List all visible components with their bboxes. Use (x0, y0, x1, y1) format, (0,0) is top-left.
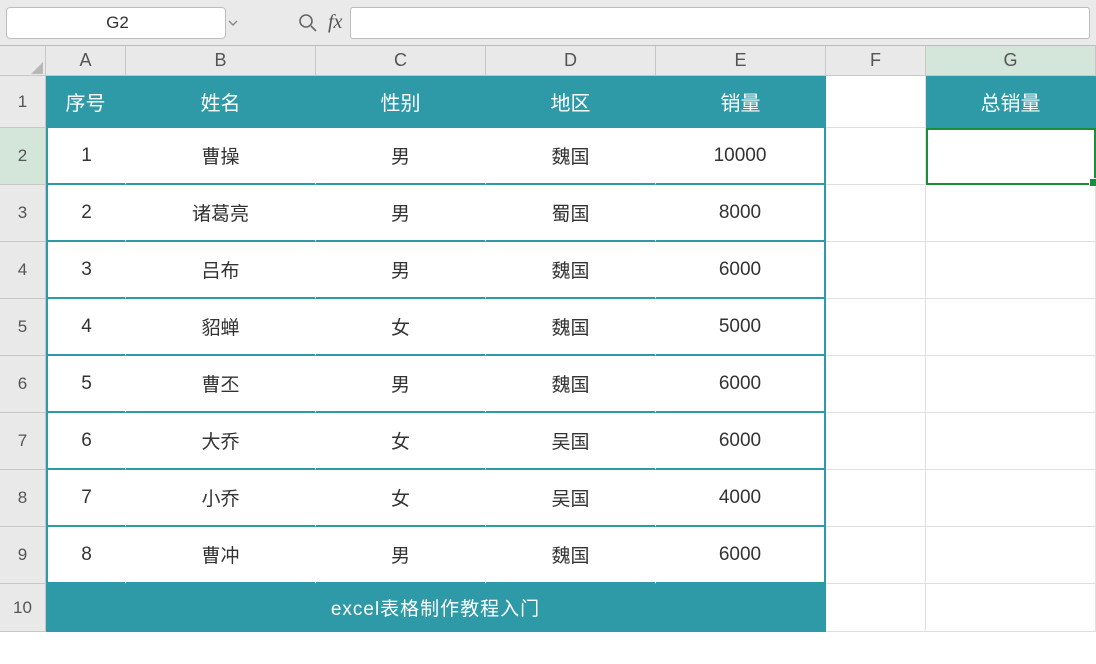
cell-F4[interactable] (826, 242, 926, 299)
table-header[interactable]: 销量 (656, 76, 826, 128)
table-footer[interactable]: excel表格制作教程入门 (46, 584, 826, 632)
table-cell[interactable]: 3 (46, 242, 126, 299)
table-cell[interactable]: 男 (316, 356, 486, 413)
table-header[interactable]: 性别 (316, 76, 486, 128)
chevron-down-icon[interactable] (228, 16, 238, 30)
table-cell[interactable]: 貂蝉 (126, 299, 316, 356)
table-cell[interactable]: 5000 (656, 299, 826, 356)
table-cell[interactable]: 魏国 (486, 527, 656, 584)
cell-G8[interactable] (926, 470, 1096, 527)
row-header-9[interactable]: 9 (0, 527, 45, 584)
table-cell[interactable]: 1 (46, 128, 126, 185)
cell-F1[interactable] (826, 76, 926, 128)
table-cell[interactable]: 6000 (656, 242, 826, 299)
table-cell[interactable]: 男 (316, 242, 486, 299)
table-cell[interactable]: 诸葛亮 (126, 185, 316, 242)
column-header-E[interactable]: E (656, 46, 826, 75)
column-headers: ABCDEFG (46, 46, 1096, 76)
table-cell[interactable]: 7 (46, 470, 126, 527)
row-header-8[interactable]: 8 (0, 470, 45, 527)
fx-group: fx (294, 9, 342, 37)
table-cell[interactable]: 女 (316, 413, 486, 470)
table-cell[interactable]: 8000 (656, 185, 826, 242)
row-header-6[interactable]: 6 (0, 356, 45, 413)
table-cell[interactable]: 蜀国 (486, 185, 656, 242)
table-cell[interactable]: 10000 (656, 128, 826, 185)
table-cell[interactable]: 大乔 (126, 413, 316, 470)
row-header-10[interactable]: 10 (0, 584, 45, 632)
name-box[interactable] (6, 7, 226, 39)
table-cell[interactable]: 魏国 (486, 299, 656, 356)
table-cell[interactable]: 曹冲 (126, 527, 316, 584)
column-header-F[interactable]: F (826, 46, 926, 75)
column-header-A[interactable]: A (46, 46, 126, 75)
table-cell[interactable]: 5 (46, 356, 126, 413)
table-cell[interactable]: 2 (46, 185, 126, 242)
table-cell[interactable]: 8 (46, 527, 126, 584)
cell-G6[interactable] (926, 356, 1096, 413)
cell-F10[interactable] (826, 584, 926, 632)
table-cell[interactable]: 魏国 (486, 242, 656, 299)
table-cell[interactable]: 吴国 (486, 470, 656, 527)
cell-F2[interactable] (826, 128, 926, 185)
column-header-D[interactable]: D (486, 46, 656, 75)
select-all-corner[interactable] (0, 46, 46, 76)
row-header-4[interactable]: 4 (0, 242, 45, 299)
cell-G9[interactable] (926, 527, 1096, 584)
cell-F3[interactable] (826, 185, 926, 242)
total-sales-header[interactable]: 总销量 (926, 76, 1096, 128)
cell-G7[interactable] (926, 413, 1096, 470)
table-cell[interactable]: 6000 (656, 527, 826, 584)
table-cell[interactable]: 6 (46, 413, 126, 470)
cell-F9[interactable] (826, 527, 926, 584)
table-cell[interactable]: 吕布 (126, 242, 316, 299)
table-cell[interactable]: 曹丕 (126, 356, 316, 413)
spreadsheet-grid: ABCDEFG 12345678910 序号姓名性别地区销量总销量1曹操男魏国1… (0, 46, 1096, 664)
table-cell[interactable]: 魏国 (486, 356, 656, 413)
cells-grid[interactable]: 序号姓名性别地区销量总销量1曹操男魏国100002诸葛亮男蜀国80003吕布男魏… (46, 76, 1096, 632)
row-header-7[interactable]: 7 (0, 413, 45, 470)
table-header[interactable]: 序号 (46, 76, 126, 128)
table-cell[interactable]: 曹操 (126, 128, 316, 185)
table-cell[interactable]: 男 (316, 128, 486, 185)
table-cell[interactable]: 女 (316, 470, 486, 527)
table-cell[interactable]: 男 (316, 527, 486, 584)
formula-input[interactable] (350, 7, 1090, 39)
table-header[interactable]: 地区 (486, 76, 656, 128)
cell-G4[interactable] (926, 242, 1096, 299)
column-header-G[interactable]: G (926, 46, 1096, 75)
cell-F6[interactable] (826, 356, 926, 413)
row-headers: 12345678910 (0, 76, 46, 632)
cell-F5[interactable] (826, 299, 926, 356)
table-header[interactable]: 姓名 (126, 76, 316, 128)
row-header-5[interactable]: 5 (0, 299, 45, 356)
table-cell[interactable]: 4000 (656, 470, 826, 527)
cell-G3[interactable] (926, 185, 1096, 242)
cell-F8[interactable] (826, 470, 926, 527)
row-header-2[interactable]: 2 (0, 128, 45, 185)
table-cell[interactable]: 小乔 (126, 470, 316, 527)
cell-F7[interactable] (826, 413, 926, 470)
row-header-3[interactable]: 3 (0, 185, 45, 242)
cell-G2[interactable] (926, 128, 1096, 185)
column-header-C[interactable]: C (316, 46, 486, 75)
formula-bar: fx (0, 0, 1096, 46)
name-box-input[interactable] (7, 13, 228, 33)
column-header-B[interactable]: B (126, 46, 316, 75)
table-cell[interactable]: 4 (46, 299, 126, 356)
table-cell[interactable]: 魏国 (486, 128, 656, 185)
table-cell[interactable]: 吴国 (486, 413, 656, 470)
fx-label[interactable]: fx (328, 11, 342, 34)
table-cell[interactable]: 女 (316, 299, 486, 356)
cell-G5[interactable] (926, 299, 1096, 356)
search-icon[interactable] (294, 9, 322, 37)
row-header-1[interactable]: 1 (0, 76, 45, 128)
table-cell[interactable]: 男 (316, 185, 486, 242)
cell-G10[interactable] (926, 584, 1096, 632)
table-cell[interactable]: 6000 (656, 356, 826, 413)
table-cell[interactable]: 6000 (656, 413, 826, 470)
